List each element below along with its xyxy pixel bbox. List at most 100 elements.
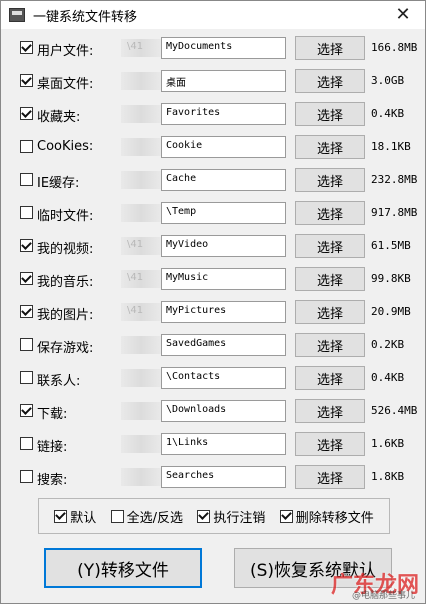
blurred-path-prefix: [121, 105, 161, 123]
option-label: 默认: [70, 510, 97, 526]
folder-checkbox[interactable]: [20, 470, 33, 483]
folder-size: 1.8KB: [371, 470, 405, 483]
folder-checkbox[interactable]: [20, 404, 33, 417]
blurred-path-prefix: [121, 402, 161, 420]
select-folder-button[interactable]: 选择: [295, 333, 365, 357]
folder-checkbox[interactable]: [20, 107, 33, 120]
option-item[interactable]: 默认: [54, 507, 96, 526]
title-bar: 一键系统文件转移 ✕: [1, 1, 425, 29]
folder-label: 我的音乐:: [37, 275, 94, 290]
folder-row: IE缓存: Cache 选择 232.8MB: [1, 165, 426, 198]
folder-path-input[interactable]: \Temp: [161, 202, 286, 224]
folder-checkbox[interactable]: [20, 41, 33, 54]
blurred-path-prefix: \41: [121, 270, 161, 288]
folder-path-input[interactable]: MyMusic: [161, 268, 286, 290]
option-label: 执行注销: [213, 510, 266, 526]
select-folder-button[interactable]: 选择: [295, 399, 365, 423]
option-checkbox[interactable]: [54, 509, 68, 523]
transfer-button[interactable]: (Y)转移文件: [44, 548, 202, 588]
folder-row: 保存游戏: SavedGames 选择 0.2KB: [1, 330, 426, 363]
folder-path-input[interactable]: Cookie: [161, 136, 286, 158]
window-title: 一键系统文件转移: [33, 9, 138, 25]
blurred-path-prefix: \41: [121, 39, 161, 57]
select-folder-button[interactable]: 选择: [295, 465, 365, 489]
folder-row: 链接: 1\Links 选择 1.6KB: [1, 429, 426, 462]
folder-label: 联系人:: [37, 374, 81, 389]
folder-path-input[interactable]: MyVideo: [161, 235, 286, 257]
folder-path-input[interactable]: \Contacts: [161, 367, 286, 389]
folder-size: 3.0GB: [371, 74, 405, 87]
select-folder-button[interactable]: 选择: [295, 432, 365, 456]
folder-path-input[interactable]: SavedGames: [161, 334, 286, 356]
option-item[interactable]: 执行注销: [197, 507, 265, 526]
option-checkbox[interactable]: [110, 509, 124, 523]
folder-size: 0.2KB: [371, 338, 405, 351]
option-item[interactable]: 全选/反选: [110, 507, 183, 526]
blurred-path-prefix: [121, 138, 161, 156]
folder-label: 下载:: [37, 407, 68, 422]
folder-row: 我的视频: \41 MyVideo 选择 61.5MB: [1, 231, 426, 264]
folder-path-input[interactable]: Searches: [161, 466, 286, 488]
folder-checkbox[interactable]: [20, 173, 33, 186]
folder-label: 搜索:: [37, 473, 68, 488]
select-folder-button[interactable]: 选择: [295, 234, 365, 258]
folder-checkbox[interactable]: [20, 371, 33, 384]
folder-size: 61.5MB: [371, 239, 411, 252]
folder-label: 用户文件:: [37, 44, 94, 59]
folder-row: 收藏夹: Favorites 选择 0.4KB: [1, 99, 426, 132]
folder-checkbox[interactable]: [20, 272, 33, 285]
blurred-path-prefix: [121, 468, 161, 486]
app-icon: [9, 8, 25, 22]
folder-checkbox[interactable]: [20, 239, 33, 252]
folder-label: 临时文件:: [37, 209, 94, 224]
select-folder-button[interactable]: 选择: [295, 300, 365, 324]
select-folder-button[interactable]: 选择: [295, 366, 365, 390]
folder-size: 1.6KB: [371, 437, 405, 450]
folder-row: 临时文件: \Temp 选择 917.8MB: [1, 198, 426, 231]
blurred-path-prefix: [121, 72, 161, 90]
select-folder-button[interactable]: 选择: [295, 36, 365, 60]
folder-size: 232.8MB: [371, 173, 418, 186]
folder-label: 我的视频:: [37, 242, 94, 257]
folder-size: 99.8KB: [371, 272, 411, 285]
folder-checkbox[interactable]: [20, 206, 33, 219]
folder-path-input[interactable]: \Downloads: [161, 400, 286, 422]
select-folder-button[interactable]: 选择: [295, 69, 365, 93]
blurred-path-prefix: [121, 369, 161, 387]
options-group: 默认 全选/反选 执行注销 删除转移文件: [38, 498, 390, 534]
folder-label: 桌面文件:: [37, 77, 94, 92]
option-label: 全选/反选: [126, 510, 183, 526]
folder-checkbox[interactable]: [20, 140, 33, 153]
folder-path-input[interactable]: 1\Links: [161, 433, 286, 455]
option-checkbox[interactable]: [197, 509, 211, 523]
option-item[interactable]: 删除转移文件: [279, 507, 374, 526]
folder-path-input[interactable]: 桌面: [161, 70, 286, 92]
option-checkbox[interactable]: [279, 509, 293, 523]
folder-checkbox[interactable]: [20, 305, 33, 318]
folder-label: 链接:: [37, 440, 68, 455]
folder-checkbox[interactable]: [20, 338, 33, 351]
folder-path-input[interactable]: MyPictures: [161, 301, 286, 323]
folder-label: CooKies:: [37, 139, 94, 154]
close-icon[interactable]: ✕: [393, 5, 413, 25]
folder-row: 联系人: \Contacts 选择 0.4KB: [1, 363, 426, 396]
select-folder-button[interactable]: 选择: [295, 201, 365, 225]
select-folder-button[interactable]: 选择: [295, 135, 365, 159]
select-folder-button[interactable]: 选择: [295, 267, 365, 291]
select-folder-button[interactable]: 选择: [295, 102, 365, 126]
folder-row: 搜索: Searches 选择 1.8KB: [1, 462, 426, 495]
blurred-path-prefix: [121, 204, 161, 222]
folder-path-input[interactable]: Cache: [161, 169, 286, 191]
folder-row: 我的音乐: \41 MyMusic 选择 99.8KB: [1, 264, 426, 297]
select-folder-button[interactable]: 选择: [295, 168, 365, 192]
folder-checkbox[interactable]: [20, 437, 33, 450]
folder-path-input[interactable]: MyDocuments: [161, 37, 286, 59]
folder-checkbox[interactable]: [20, 74, 33, 87]
folder-row: 用户文件: \41 MyDocuments 选择 166.8MB: [1, 33, 426, 66]
folder-size: 526.4MB: [371, 404, 418, 417]
folder-path-input[interactable]: Favorites: [161, 103, 286, 125]
watermark-caption: @电脑那些事儿: [351, 591, 415, 601]
folder-row: 我的图片: \41 MyPictures 选择 20.9MB: [1, 297, 426, 330]
folder-list: 用户文件: \41 MyDocuments 选择 166.8MB 桌面文件: 桌面 选择 3.0…: [1, 33, 426, 495]
folder-row: 下载: \Downloads 选择 526.4MB: [1, 396, 426, 429]
